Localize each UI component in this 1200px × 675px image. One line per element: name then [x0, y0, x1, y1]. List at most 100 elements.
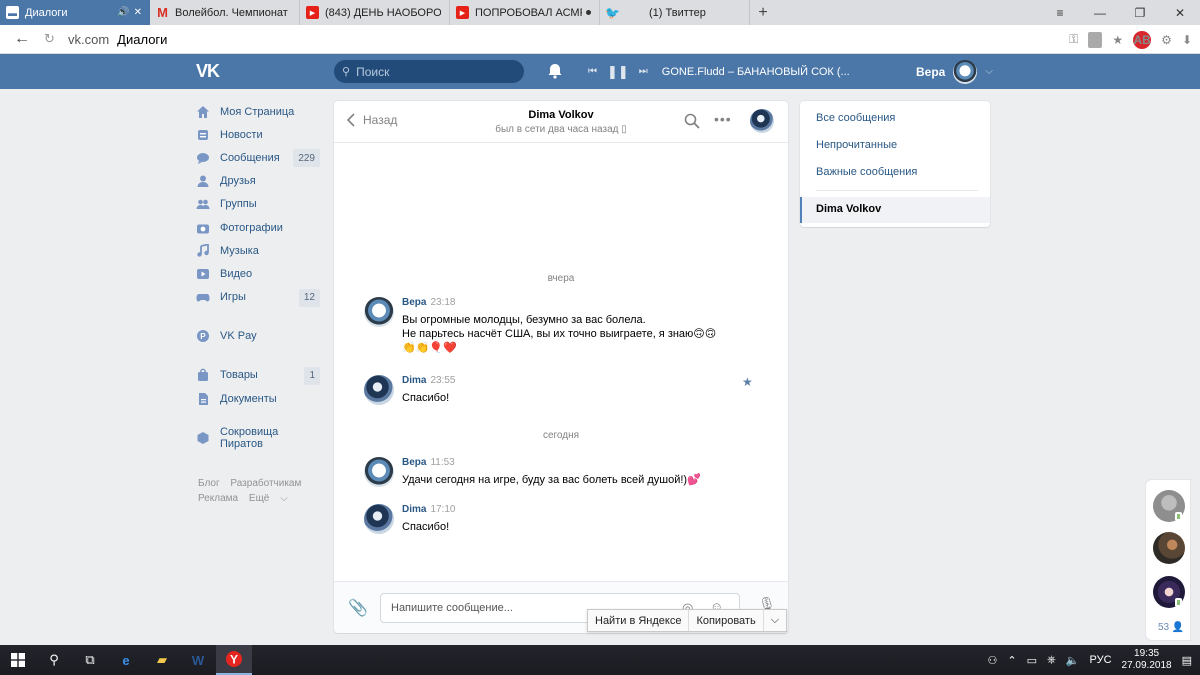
- nav-item-messages[interactable]: Сообщения 229: [196, 146, 324, 169]
- bookmark-star-icon[interactable]: ★: [1112, 33, 1123, 47]
- yandex-browser-icon[interactable]: Y: [216, 645, 252, 675]
- browser-back-button[interactable]: ←: [0, 30, 44, 48]
- filter-unread[interactable]: Непрочитанные: [816, 139, 897, 151]
- download-icon[interactable]: ⬇: [1182, 33, 1192, 47]
- bell-icon[interactable]: [546, 62, 564, 80]
- start-button[interactable]: [0, 645, 36, 675]
- player-track-title[interactable]: GONE.Fludd – БАНАНОВЫЙ СОК (...: [662, 66, 850, 78]
- nav-label: Сообщения: [220, 151, 280, 164]
- vk-logo-icon[interactable]: VK: [196, 61, 226, 81]
- vk-header: VK ⚲ Поиск ⏮ ❚❚ ⏭ GONE.Fludd – БАНАНОВЫЙ…: [0, 54, 1200, 89]
- nav-label: Группы: [220, 198, 257, 211]
- footer-link-developers[interactable]: Разработчикам: [230, 478, 301, 489]
- previous-track-icon[interactable]: ⏮: [588, 66, 597, 77]
- tab-title: Волейбол. Чемпионат мира: [175, 6, 291, 19]
- nav-item-pirates-app[interactable]: Сокровища Пиратов: [196, 425, 324, 450]
- nav-item-friends[interactable]: Друзья: [196, 170, 324, 193]
- browser-tab-youtube-2[interactable]: ▶ ПОПРОБОВАЛ АСМР - Y: [450, 0, 600, 25]
- close-window-button[interactable]: ✕: [1160, 0, 1200, 25]
- message-header: Вера 11:53: [402, 457, 455, 468]
- filter-all-messages[interactable]: Все сообщения: [816, 112, 895, 124]
- restore-button[interactable]: ❐: [1120, 0, 1160, 25]
- online-indicator-icon: [1175, 512, 1182, 521]
- message-time: 23:55: [430, 375, 456, 386]
- browser-tab-twitter[interactable]: 🐦 (1) Твиттер: [600, 0, 750, 25]
- tab-title: Диалоги: [25, 6, 68, 19]
- nav-item-games[interactable]: Игры 12: [196, 286, 324, 309]
- browser-tab-volleyball[interactable]: M Волейбол. Чемпионат мира: [150, 0, 300, 25]
- new-tab-button[interactable]: +: [750, 0, 776, 25]
- reload-icon[interactable]: ↻: [44, 31, 62, 47]
- browser-tab-dialogs[interactable]: ▬ Диалоги 🔊 ✕: [0, 0, 150, 25]
- message-line: Удачи сегодня на игре, буду за вас болет…: [402, 474, 701, 486]
- footer-link-ads[interactable]: Реклама: [198, 493, 238, 504]
- footer-link-blog[interactable]: Блог: [198, 478, 220, 489]
- message-author[interactable]: Dima: [402, 375, 426, 386]
- find-in-yandex-button[interactable]: Найти в Яндексе: [588, 610, 690, 631]
- message-text: Удачи сегодня на игре, буду за вас болет…: [402, 473, 701, 487]
- news-icon: [196, 128, 210, 142]
- minimize-button[interactable]: —: [1080, 0, 1120, 25]
- copy-button[interactable]: Копировать: [689, 610, 764, 631]
- network-icon[interactable]: ⎈: [1047, 654, 1056, 667]
- reader-icon[interactable]: [1088, 31, 1103, 48]
- avatar[interactable]: [364, 504, 394, 534]
- search-icon[interactable]: [684, 113, 700, 132]
- avatar[interactable]: [1153, 532, 1185, 564]
- battery-icon[interactable]: ▭: [1027, 654, 1037, 667]
- paperclip-icon[interactable]: 📎: [348, 598, 368, 618]
- message-author[interactable]: Вера: [402, 457, 426, 468]
- avatar[interactable]: [364, 297, 394, 327]
- nav-item-news[interactable]: Новости: [196, 123, 324, 146]
- filter-important[interactable]: Важные сообщения: [816, 166, 917, 178]
- nav-item-photos[interactable]: Фотографии: [196, 216, 324, 239]
- chevron-up-icon[interactable]: ⌃: [1007, 654, 1016, 667]
- avatar[interactable]: [750, 109, 774, 133]
- browser-tab-youtube-1[interactable]: ▶ (843) ДЕНЬ НАОБОРОТ!!! / С: [300, 0, 450, 25]
- address-domain[interactable]: vk.com: [68, 32, 109, 47]
- edge-icon[interactable]: e: [108, 645, 144, 675]
- word-icon[interactable]: W: [180, 645, 216, 675]
- people-icon[interactable]: ⚇: [987, 654, 997, 667]
- nav-item-documents[interactable]: Документы: [196, 387, 324, 410]
- nav-item-groups[interactable]: Группы: [196, 193, 324, 216]
- address-page-title[interactable]: Диалоги: [117, 32, 167, 47]
- language-indicator[interactable]: РУС: [1090, 654, 1112, 666]
- extension-icon[interactable]: ⚙: [1161, 33, 1172, 47]
- task-view-icon[interactable]: ⧉: [72, 645, 108, 675]
- nav-item-goods[interactable]: Товары 1: [196, 364, 324, 387]
- adblock-icon[interactable]: AB: [1133, 30, 1152, 49]
- speaker-icon[interactable]: 🔊: [117, 7, 129, 18]
- vk-search-input[interactable]: ⚲ Поиск: [334, 60, 524, 83]
- nav-item-vk-pay[interactable]: P VK Pay: [196, 325, 324, 348]
- important-star-icon[interactable]: ★: [742, 375, 753, 389]
- file-explorer-icon[interactable]: ▰: [144, 645, 180, 675]
- pause-icon[interactable]: ❚❚: [607, 64, 629, 80]
- avatar[interactable]: [364, 375, 394, 405]
- chevron-down-icon: ⌵: [280, 493, 288, 504]
- online-friends-count[interactable]: 53 👤: [1158, 622, 1184, 633]
- message-text: Вы огромные молодцы, безумно за вас боле…: [402, 313, 716, 355]
- more-options-icon[interactable]: •••: [714, 111, 732, 127]
- volume-icon[interactable]: 🔈: [1066, 654, 1080, 667]
- nav-label: Сокровища Пиратов: [220, 425, 279, 450]
- chevron-down-icon[interactable]: ⌵: [764, 610, 786, 631]
- user-menu[interactable]: Вера ⌵: [916, 54, 993, 89]
- message-author[interactable]: Dima: [402, 504, 426, 515]
- next-track-icon[interactable]: ⏭: [639, 66, 648, 77]
- selected-dialog-item[interactable]: Dima Volkov: [800, 197, 990, 223]
- message-author[interactable]: Вера: [402, 297, 426, 308]
- nav-label: Друзья: [220, 175, 256, 188]
- menu-icon[interactable]: ≡: [1040, 0, 1080, 25]
- nav-item-my-page[interactable]: Моя Страница: [196, 100, 324, 123]
- left-navigation: Моя Страница Новости Сообщения 229 Друзь…: [196, 100, 324, 450]
- avatar[interactable]: [364, 457, 394, 487]
- nav-item-video[interactable]: Видео: [196, 262, 324, 285]
- clock[interactable]: 19:35 27.09.2018: [1122, 648, 1172, 672]
- notifications-icon[interactable]: ▤: [1182, 654, 1192, 667]
- key-icon[interactable]: ⚿: [1069, 32, 1078, 47]
- close-icon[interactable]: ✕: [134, 7, 142, 18]
- footer-link-more[interactable]: Ещё ⌵: [249, 493, 296, 504]
- nav-item-music[interactable]: Музыка: [196, 239, 324, 262]
- search-icon[interactable]: ⚲: [36, 645, 72, 675]
